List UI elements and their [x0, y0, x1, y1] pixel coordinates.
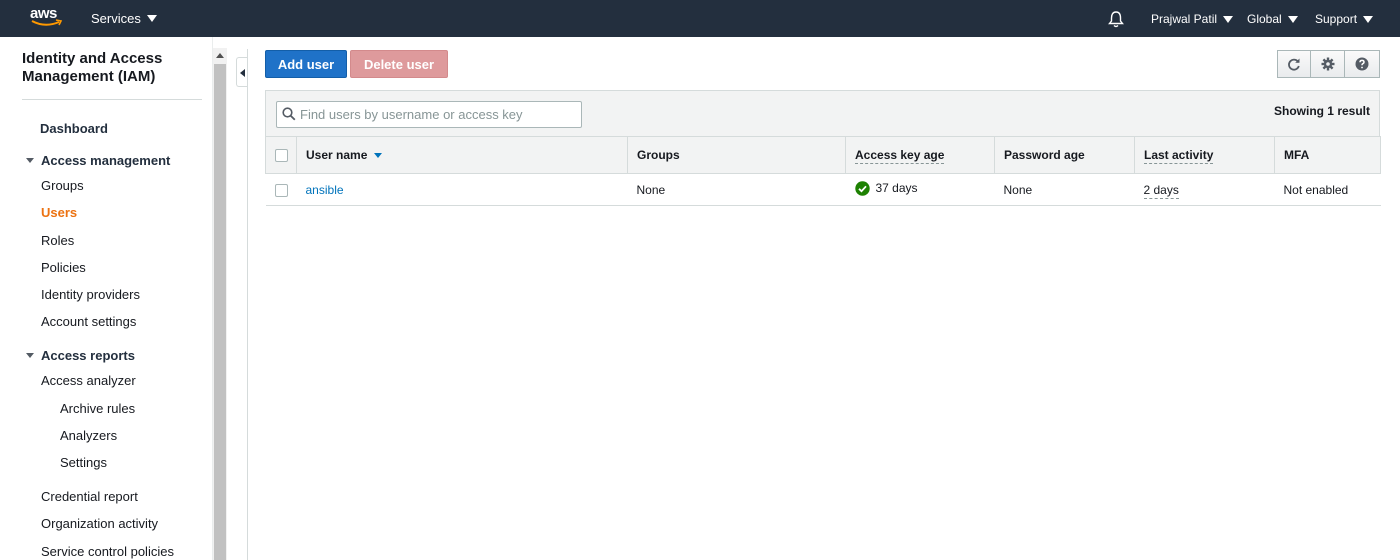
divider [247, 49, 248, 560]
column-label: Password age [1004, 148, 1085, 162]
column-header-user-name[interactable]: User name [296, 136, 628, 174]
column-header-mfa[interactable]: MFA [1274, 136, 1381, 174]
check-circle-icon [854, 180, 870, 196]
help-button[interactable] [1345, 50, 1380, 78]
search-icon [282, 107, 296, 121]
sidebar-item-policies[interactable]: Policies [41, 260, 86, 275]
aws-smile-icon [31, 19, 63, 26]
scroll-up-arrow[interactable] [213, 48, 227, 64]
row-select-cell [265, 173, 297, 206]
section-label: Access reports [41, 348, 135, 363]
caret-down-icon [26, 158, 34, 163]
search-input[interactable] [300, 104, 578, 125]
select-all-checkbox[interactable] [275, 149, 288, 163]
table-actions [1277, 50, 1380, 78]
search-box[interactable] [276, 101, 582, 128]
sidebar-item-archive-rules[interactable]: Archive rules [60, 401, 135, 416]
sidebar-item-analyzers[interactable]: Analyzers [60, 428, 117, 443]
column-label: Last activity [1144, 148, 1214, 164]
settings-button[interactable] [1310, 50, 1346, 78]
aws-logo[interactable]: aws [30, 6, 64, 32]
chevron-down-icon [146, 15, 157, 22]
column-label: User name [306, 148, 368, 162]
column-header-groups[interactable]: Groups [627, 136, 846, 174]
sidebar-item-identity-providers[interactable]: Identity providers [41, 287, 140, 302]
sidebar-item-settings[interactable]: Settings [60, 455, 107, 470]
sidebar-item-users[interactable]: Users [41, 205, 77, 220]
sidebar-item-access-analyzer[interactable]: Access analyzer [41, 373, 136, 388]
add-user-button[interactable]: Add user [265, 50, 347, 78]
sidebar: Identity and Access Management (IAM) Das… [0, 37, 213, 560]
account-menu[interactable]: Prajwal Patil [1151, 12, 1234, 26]
user-link[interactable]: ansible [306, 183, 344, 197]
table-row[interactable]: ansible None 37 days None 2 days Not ena… [265, 173, 1381, 206]
sidebar-title: Identity and Access Management (IAM) [22, 50, 163, 85]
services-label: Services [91, 11, 141, 26]
sidebar-item-service-control-policies[interactable]: Service control policies [41, 544, 174, 559]
users-table: User name Groups Access key age Password… [265, 136, 1381, 206]
cell-last-activity: 2 days [1134, 173, 1275, 206]
column-label: MFA [1284, 148, 1310, 162]
last-activity-value: 2 days [1143, 182, 1179, 199]
users-table-panel: Showing 1 result User name Groups Access… [265, 90, 1381, 206]
refresh-icon [1287, 58, 1300, 71]
scrollbar-thumb[interactable] [214, 64, 226, 560]
cell-mfa: Not enabled [1274, 173, 1381, 206]
cell-password-age: None [994, 173, 1135, 206]
header-select-all [265, 136, 297, 174]
sidebar-section-access-reports[interactable]: Access reports [26, 348, 135, 363]
sidebar-section-access-management[interactable]: Access management [26, 153, 170, 168]
access-key-age-value: 37 days [875, 181, 918, 195]
section-label: Access management [41, 153, 171, 168]
gear-icon [1321, 57, 1335, 71]
table-header-row: User name Groups Access key age Password… [265, 136, 1381, 174]
caret-down-icon [26, 353, 34, 358]
column-header-access-key-age[interactable]: Access key age [845, 136, 995, 174]
delete-user-button: Delete user [350, 50, 448, 78]
row-checkbox[interactable] [274, 183, 288, 197]
result-count: Showing 1 result [1273, 104, 1370, 118]
cell-groups: None [627, 173, 846, 206]
sidebar-item-account-settings[interactable]: Account settings [41, 314, 136, 329]
sidebar-item-organization-activity[interactable]: Organization activity [41, 516, 158, 531]
cell-access-key-age: 37 days [845, 173, 995, 206]
column-header-password-age[interactable]: Password age [994, 136, 1135, 174]
sidebar-item-credential-report[interactable]: Credential report [41, 489, 138, 504]
bell-icon[interactable] [1108, 10, 1124, 28]
column-label: Groups [637, 148, 680, 162]
region-menu[interactable]: Global [1247, 12, 1298, 26]
sidebar-item-roles[interactable]: Roles [41, 233, 74, 248]
sort-descending-icon [374, 153, 383, 159]
help-icon [1355, 57, 1369, 71]
column-header-last-activity[interactable]: Last activity [1134, 136, 1275, 174]
column-label: Access key age [855, 148, 945, 164]
divider [22, 99, 202, 100]
region-label: Global [1247, 12, 1282, 26]
account-label: Prajwal Patil [1151, 12, 1218, 26]
support-label: Support [1315, 12, 1358, 26]
chevron-down-icon [1287, 15, 1298, 23]
sidebar-item-dashboard[interactable]: Dashboard [40, 121, 108, 136]
chevron-down-icon [1363, 15, 1374, 23]
cell-user-name: ansible [296, 173, 628, 206]
sidebar-item-groups[interactable]: Groups [41, 178, 84, 193]
services-menu[interactable]: Services [91, 11, 157, 26]
refresh-button[interactable] [1277, 50, 1311, 78]
support-menu[interactable]: Support [1315, 12, 1374, 26]
table-toolbar: Showing 1 result [265, 90, 1380, 136]
chevron-down-icon [1223, 15, 1234, 23]
top-nav: aws Services Prajwal Patil Global Suppor… [0, 0, 1400, 37]
